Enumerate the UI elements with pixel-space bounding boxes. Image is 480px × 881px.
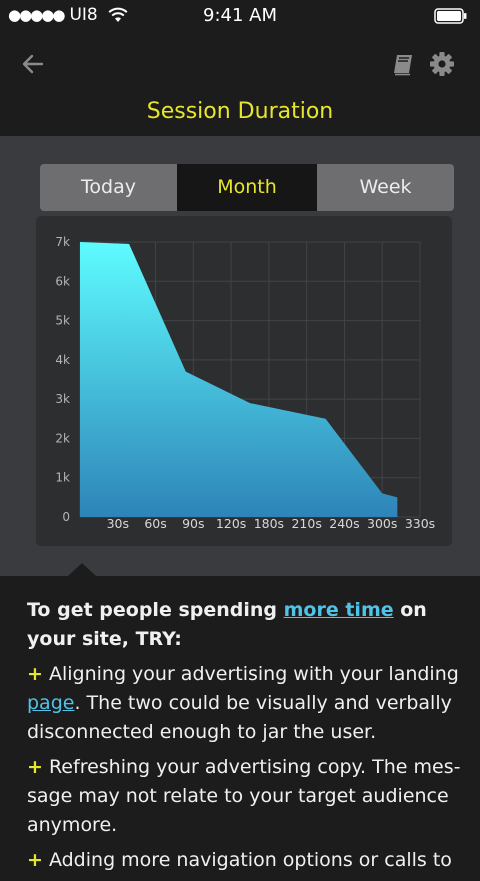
chart-card: 0 1k 2k 3k 4k 5k 6k 7k 30s 60s 90s 120s 180s 210s 240… [36,216,452,546]
chart-section: Today Month Week 0 1k 2k 3k 4k 5k 6k 7k 30s 60s 9… [0,136,480,576]
x-tick-label: 240s [329,516,359,531]
tip-text-end: . The two could be visually and verbally… [27,692,452,743]
plus-icon: + [27,756,43,778]
status-time: 9:41 AM [203,5,277,26]
book-icon [394,55,412,76]
y-tick-label: 4k [55,353,70,367]
period-tabs: Today Month Week [40,164,454,211]
y-tick-label: 3k [55,392,70,406]
more-time-link[interactable]: more time [284,599,394,621]
tip-text: Adding more navigation options or calls … [42,849,452,871]
battery-icon [434,8,467,24]
x-tick-label: 210s [291,516,321,531]
page-title: Session Duration [146,99,334,124]
book-button[interactable] [390,50,418,78]
plus-icon: + [27,849,43,871]
y-tick-label: 7k [55,235,70,249]
x-tick-label: 90s [182,516,204,531]
back-arrow-icon [22,54,44,74]
tips-panel: To get people spending more time on your… [0,576,480,871]
status-bar: ●●●●● UI8 9:41 AM [0,0,480,32]
y-tick-label: 5k [55,314,70,328]
tab-week[interactable]: Week [317,164,454,211]
section-pointer [68,563,96,576]
title-bar: Session Duration [0,96,480,136]
y-tick-label: 0 [62,510,70,524]
tab-month[interactable]: Month [177,164,317,211]
tab-today[interactable]: Today [40,164,177,211]
tips-content: To get people spending more time on your… [27,596,467,881]
tip-item: + Refreshing your advertising copy. The … [27,753,467,840]
x-tick-label: 30s [107,516,129,531]
back-button[interactable] [18,50,48,78]
area-chart: 0 1k 2k 3k 4k 5k 6k 7k 30s 60s 90s 120s 180s 210s 240… [55,235,435,531]
y-tick-label: 1k [55,471,70,485]
tip-item: + Aligning your advertising with your la… [27,660,467,747]
gear-icon [430,52,454,76]
tip-item: + Adding more navigation options or call… [27,846,467,875]
page-link[interactable]: page [27,692,74,714]
plus-icon: + [27,663,43,685]
x-tick-label: 60s [144,516,166,531]
tip-text: Refreshing your advertising copy. The me… [27,756,461,836]
tips-intro-text: To get people spending [27,599,284,621]
tip-text: Aligning your advertising with your land… [42,663,459,685]
settings-button[interactable] [428,50,456,78]
x-tick-label: 180s [254,516,284,531]
x-tick-label: 300s [367,516,397,531]
area-series [80,242,398,517]
nav-bar [0,32,480,96]
x-tick-label: 330s [405,516,435,531]
tips-intro: To get people spending more time on your… [27,596,467,654]
y-tick-label: 2k [55,431,70,445]
x-tick-label: 120s [216,516,246,531]
y-tick-label: 6k [55,274,70,288]
